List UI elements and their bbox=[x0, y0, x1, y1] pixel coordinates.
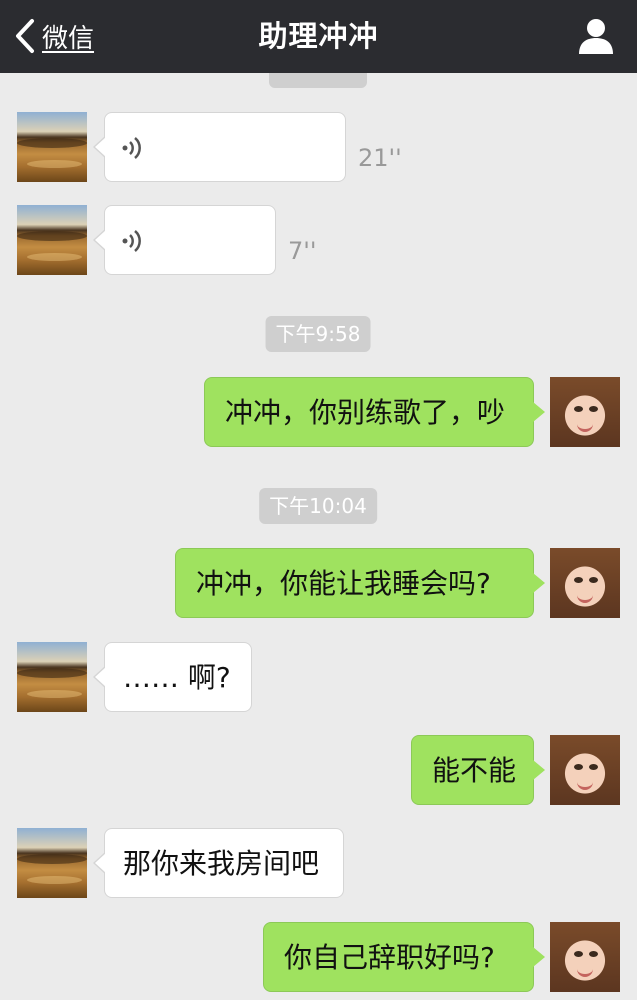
avatar-contact[interactable] bbox=[17, 828, 87, 898]
outgoing-message-bubble[interactable]: 你自己辞职好吗? bbox=[263, 922, 545, 992]
avatar-self[interactable] bbox=[550, 548, 620, 618]
incoming-message-bubble[interactable]: …… 啊? bbox=[93, 642, 252, 712]
voice-wave-icon bbox=[122, 230, 141, 252]
outgoing-message-bubble[interactable]: 能不能 bbox=[411, 735, 545, 805]
timestamp: 下午9:58 bbox=[265, 316, 371, 352]
voice-message-bubble[interactable] bbox=[93, 205, 276, 275]
avatar-self[interactable] bbox=[550, 377, 620, 447]
outgoing-message-bubble[interactable]: 冲冲，你能让我睡会吗? bbox=[175, 548, 545, 618]
person-icon[interactable] bbox=[577, 16, 615, 56]
avatar-contact[interactable] bbox=[17, 642, 87, 712]
timestamp: 下午10:04 bbox=[259, 488, 377, 524]
voice-duration: 7'' bbox=[288, 237, 317, 265]
incoming-message-bubble[interactable]: 那你来我房间吧 bbox=[93, 828, 344, 898]
voice-message-bubble[interactable] bbox=[93, 112, 346, 182]
navigation-bar: 微信 助理冲冲 bbox=[0, 0, 637, 73]
outgoing-message-bubble[interactable]: 冲冲，你别练歌了，吵 bbox=[204, 377, 545, 447]
avatar-self[interactable] bbox=[550, 735, 620, 805]
chat-title: 助理冲冲 bbox=[258, 19, 379, 53]
avatar-contact[interactable] bbox=[17, 205, 87, 275]
avatar-self[interactable] bbox=[550, 922, 620, 992]
voice-wave-icon bbox=[122, 137, 141, 159]
voice-duration: 21'' bbox=[358, 144, 402, 172]
avatar-contact[interactable] bbox=[17, 112, 87, 182]
